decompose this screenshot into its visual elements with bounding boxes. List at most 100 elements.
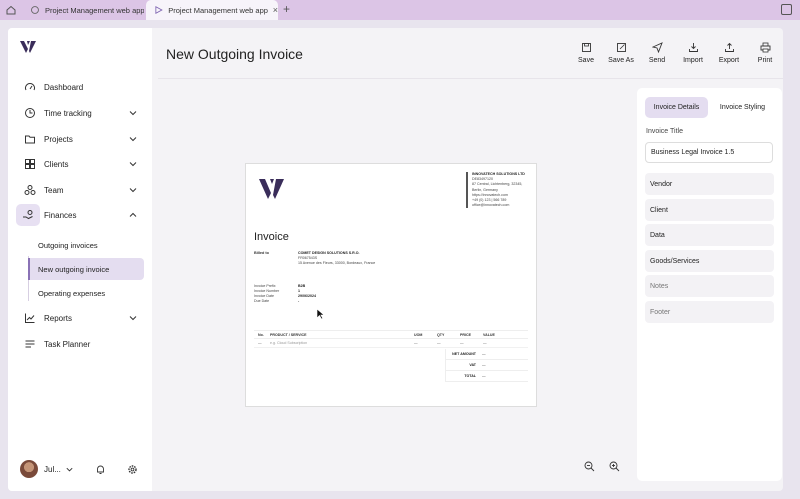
table-cell: —	[414, 341, 418, 345]
chevron-down-icon[interactable]	[128, 134, 138, 144]
totals-row: NET AMOUNT —	[446, 349, 528, 360]
totals-row: TOTAL —	[446, 371, 528, 382]
import-button[interactable]: Import	[673, 42, 713, 64]
export-button[interactable]: Export	[709, 42, 749, 64]
sidebar-item-label: Projects	[44, 134, 73, 144]
folder-icon	[25, 135, 35, 144]
client-line: 15 Avenue des Fleurs, 33000, Bordeaux, F…	[298, 261, 376, 265]
home-icon[interactable]	[4, 3, 18, 17]
invoice-preview: INNOVATECH SOLUTIONS LTD DE83497120 87 C…	[245, 163, 537, 407]
company-line: office@innovatech.com	[472, 203, 510, 208]
chevron-up-icon[interactable]	[128, 210, 138, 220]
totals-row: VAT —	[446, 360, 528, 371]
table-cell: e.g. Cloud Subscription	[270, 341, 308, 345]
save-as-icon	[616, 43, 626, 52]
invoice-title-input[interactable]: Business Legal Invoice 1.5	[645, 142, 773, 163]
section-client[interactable]: Client	[645, 199, 774, 221]
bell-icon[interactable]	[95, 464, 106, 475]
tab-favicon-icon	[155, 6, 163, 14]
save-icon	[581, 43, 591, 52]
save-label: Save	[578, 57, 594, 64]
invoice-meta-labels: Invoice Prefix Invoice Number Invoice Da…	[254, 284, 279, 304]
meta-label: Due Date	[254, 299, 270, 303]
company-info: INNOVATECH SOLUTIONS LTD DE83497120 87 C…	[466, 172, 525, 209]
send-button[interactable]: Send	[637, 42, 677, 64]
close-tab-icon[interactable]: ×	[273, 5, 278, 15]
chevron-down-icon[interactable]	[128, 159, 138, 169]
import-label: Import	[683, 57, 703, 64]
table-cell: —	[258, 341, 262, 345]
company-line: 87 Central, Lichtenberg, 32345,	[472, 182, 523, 187]
browser-tab-bar: Project Management web app Project Manag…	[0, 0, 800, 20]
sidebar-item-reports[interactable]: Reports	[16, 307, 144, 329]
sidebar-item-label: Reports	[44, 313, 73, 323]
print-button[interactable]: Print	[745, 42, 783, 64]
save-button[interactable]: Save	[566, 42, 606, 64]
table-cell: —	[483, 341, 487, 345]
totals-label: VAT	[469, 363, 476, 367]
tab-invoice-styling[interactable]: Invoice Styling	[711, 97, 774, 118]
sidebar-item-label: Dashboard	[44, 82, 84, 92]
totals-value: —	[482, 363, 486, 367]
meta-value: -	[298, 299, 300, 303]
section-goods-services[interactable]: Goods/Services	[645, 250, 774, 272]
save-as-button[interactable]: Save As	[601, 42, 641, 64]
user-name: Jul...	[44, 464, 61, 474]
sub-item-new-outgoing-invoice[interactable]: New outgoing invoice	[28, 258, 144, 280]
billed-to-label: Billed to	[254, 251, 269, 255]
sidebar-item-finances[interactable]: Finances	[16, 204, 144, 226]
new-tab-button[interactable]: +	[283, 2, 290, 16]
sidebar-item-team[interactable]: Team	[16, 179, 144, 201]
zoom-out-icon[interactable]	[584, 461, 595, 472]
sidebar-item-label: Task Planner	[44, 339, 91, 349]
sidebar-item-task-planner[interactable]: Task Planner	[16, 333, 144, 355]
tab-label: Project Management web app	[44, 5, 144, 15]
mouse-cursor-icon	[316, 308, 325, 320]
sidebar-item-label: Team	[44, 185, 64, 195]
table-row[interactable]: — e.g. Cloud Subscription — — — —	[254, 339, 528, 348]
sub-item-outgoing-invoices[interactable]: Outgoing invoices	[28, 234, 144, 256]
user-menu[interactable]: Jul...	[20, 460, 74, 478]
section-data[interactable]: Data	[645, 224, 774, 246]
section-notes[interactable]: Notes	[645, 275, 774, 297]
browser-tab-1[interactable]: Project Management web app	[22, 0, 144, 20]
zoom-in-icon[interactable]	[609, 461, 620, 472]
chevron-down-icon[interactable]	[128, 313, 138, 323]
invoice-title-label: Invoice Title	[646, 128, 683, 135]
export-label: Export	[718, 57, 740, 64]
window-icon[interactable]	[781, 4, 792, 15]
browser-tab-2[interactable]: Project Management web app - I ×	[146, 0, 278, 20]
chevron-down-icon[interactable]	[128, 185, 138, 195]
print-label: Print	[757, 57, 773, 64]
sub-item-label: Operating expenses	[38, 288, 106, 298]
tab-invoice-details[interactable]: Invoice Details	[645, 97, 708, 118]
totals-block: NET AMOUNT — VAT — TOTAL —	[445, 349, 528, 382]
sidebar-item-label: Time tracking	[44, 108, 92, 118]
column-header: UOM	[414, 332, 423, 337]
chevron-down-icon[interactable]	[65, 465, 74, 474]
sidebar-item-time-tracking[interactable]: Time tracking	[16, 102, 144, 124]
export-icon	[724, 42, 734, 52]
save-as-label: Save As	[608, 57, 634, 64]
totals-value: —	[482, 352, 486, 356]
sidebar-item-dashboard[interactable]: Dashboard	[16, 76, 144, 98]
avatar[interactable]	[20, 460, 38, 478]
section-vendor[interactable]: Vendor	[645, 173, 774, 195]
app-window: Dashboard Time tracking Projects Clients…	[8, 28, 783, 491]
table-header-row: No. PRODUCT / SERVICE UOM QTY PRICE VALU…	[254, 330, 528, 339]
column-header: PRICE	[460, 332, 471, 337]
list-icon	[25, 340, 35, 348]
table-cell: —	[460, 341, 464, 345]
sub-item-operating-expenses[interactable]: Operating expenses	[28, 282, 144, 304]
gauge-icon	[25, 83, 35, 91]
section-footer[interactable]: Footer	[645, 301, 774, 323]
items-table: No. PRODUCT / SERVICE UOM QTY PRICE VALU…	[254, 330, 528, 348]
sidebar-item-clients[interactable]: Clients	[16, 153, 144, 175]
column-header: QTY	[437, 332, 445, 337]
sidebar-item-projects[interactable]: Projects	[16, 128, 144, 150]
chevron-down-icon[interactable]	[128, 108, 138, 118]
gear-icon[interactable]	[127, 464, 138, 475]
finances-icon-wrap	[16, 204, 40, 226]
team-icon	[24, 185, 36, 195]
clients-icon	[25, 159, 35, 169]
